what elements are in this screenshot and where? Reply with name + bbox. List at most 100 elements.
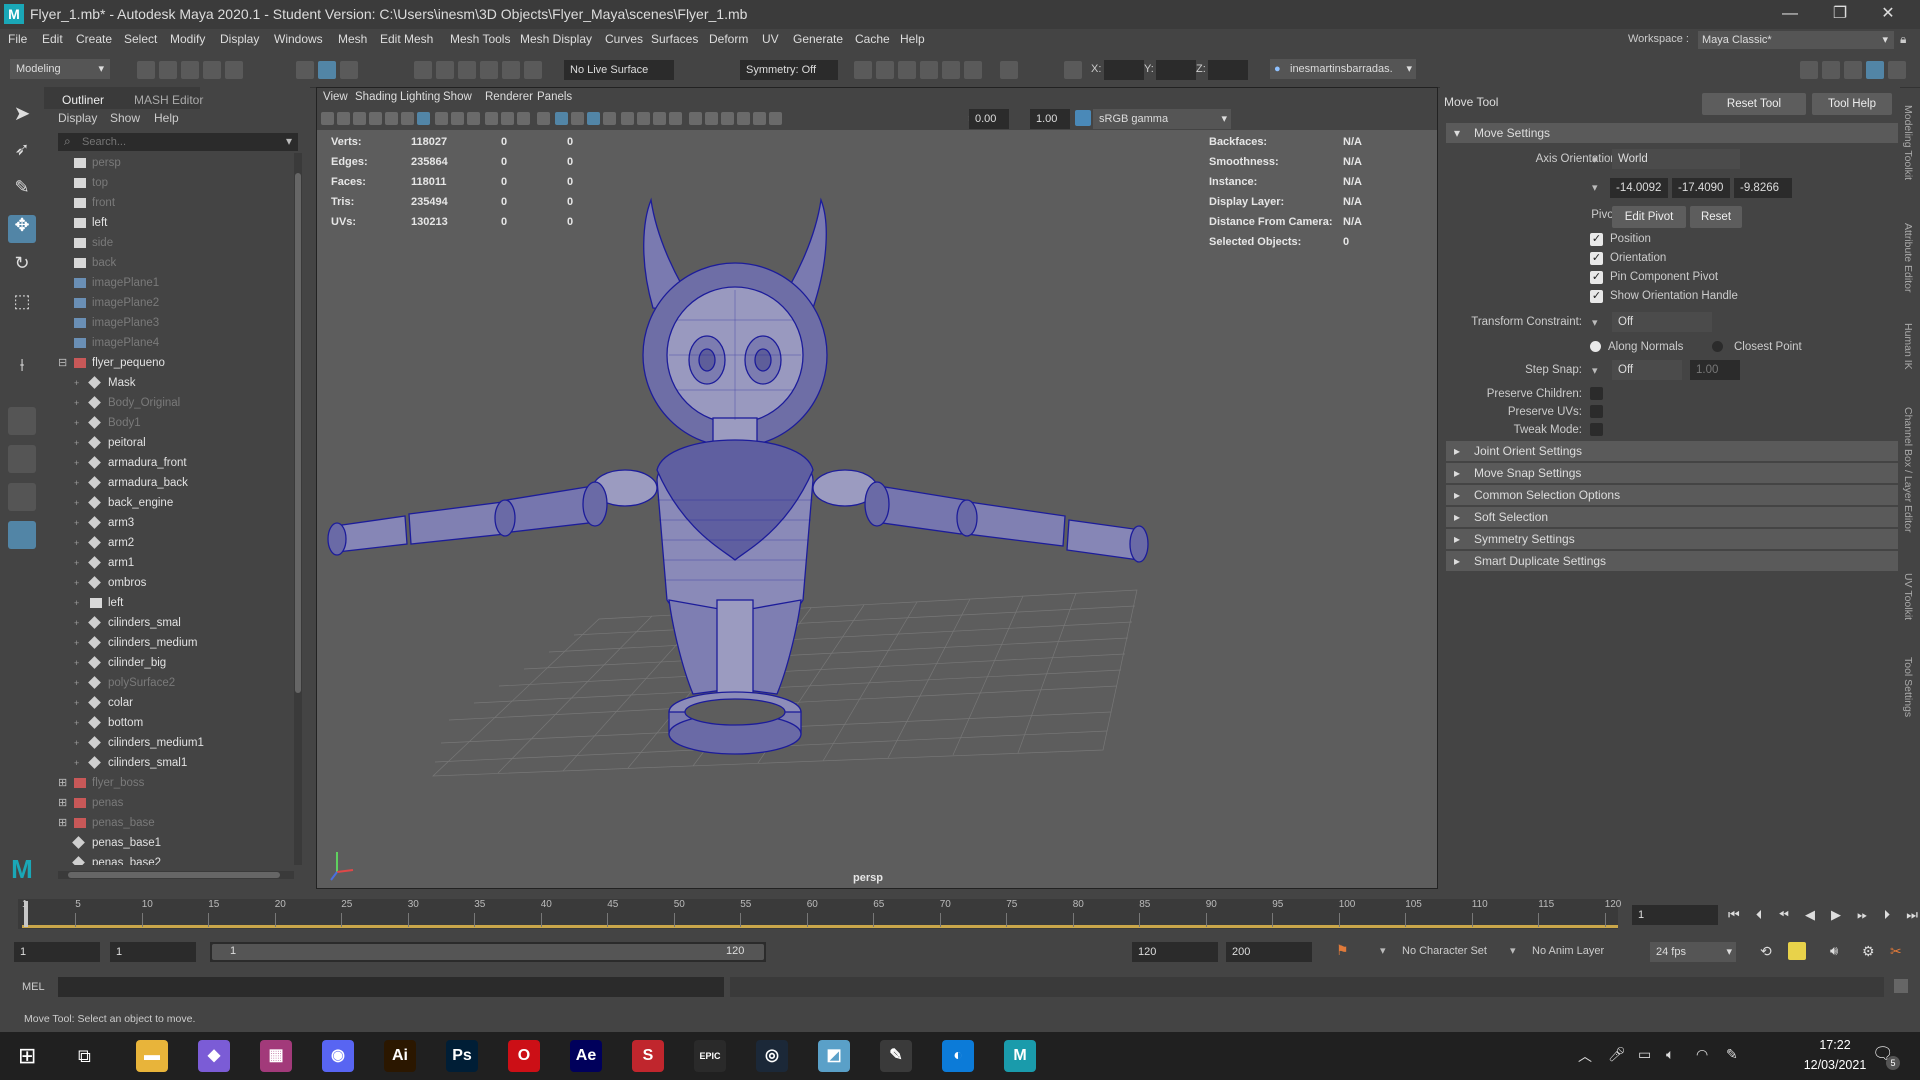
- color-management-icon[interactable]: [1075, 110, 1091, 126]
- outliner-item[interactable]: + arm3: [58, 513, 306, 533]
- photoshop-icon[interactable]: Ps: [446, 1040, 478, 1072]
- outliner-item[interactable]: imagePlane2: [58, 293, 306, 313]
- outliner-menu-display[interactable]: Display: [58, 111, 97, 125]
- gate-mask-icon[interactable]: [467, 112, 480, 125]
- menu-select[interactable]: Select: [124, 32, 157, 46]
- visual-studio-icon[interactable]: ◆: [198, 1040, 230, 1072]
- character-controls-icon[interactable]: [1822, 61, 1840, 79]
- outliner-item[interactable]: ⊞ penas: [58, 793, 306, 813]
- rotate-tool-icon[interactable]: ↻: [8, 253, 36, 281]
- save-scene-icon[interactable]: [181, 61, 199, 79]
- outliner-item[interactable]: ⊞ penas_base: [58, 813, 306, 833]
- snap-vertex-icon[interactable]: [524, 61, 542, 79]
- tool-help-button[interactable]: Tool Help: [1812, 93, 1892, 115]
- channel-box-toggle-icon[interactable]: [1888, 61, 1906, 79]
- maximize-button[interactable]: ❐: [1818, 2, 1862, 26]
- chevron-up-icon[interactable]: ︿: [1578, 1046, 1592, 1066]
- viewport-menu-shading[interactable]: Shading: [355, 91, 397, 103]
- outliner-item[interactable]: + polySurface2: [58, 673, 306, 693]
- end-time-field[interactable]: 120: [1132, 942, 1218, 962]
- render-setup-icon[interactable]: [964, 61, 982, 79]
- outliner-item[interactable]: imagePlane3: [58, 313, 306, 333]
- side-tab-uv-toolkit[interactable]: UV Toolkit: [1902, 573, 1914, 620]
- safe-action-icon[interactable]: [501, 112, 514, 125]
- x-input[interactable]: [1104, 60, 1144, 80]
- viewport-menu-show[interactable]: Show: [443, 91, 472, 103]
- outliner-horizontal-scrollbar[interactable]: [58, 871, 294, 879]
- expand-toggle-icon[interactable]: ⊟: [58, 353, 67, 373]
- render-settings-icon[interactable]: [920, 61, 938, 79]
- outliner-item[interactable]: imagePlane4: [58, 333, 306, 353]
- wireframe-on-shaded-icon[interactable]: [587, 112, 600, 125]
- substance-icon[interactable]: S: [632, 1040, 664, 1072]
- transform-constraint-dropdown[interactable]: Off: [1612, 312, 1712, 332]
- modeling-toolkit-toggle-icon[interactable]: [1800, 61, 1818, 79]
- menu-deform[interactable]: Deform: [709, 32, 748, 46]
- reset-tool-button[interactable]: Reset Tool: [1702, 93, 1806, 115]
- maya-icon[interactable]: M: [1004, 1040, 1036, 1072]
- outliner-item[interactable]: + arm2: [58, 533, 306, 553]
- windows-start-icon[interactable]: ⊞: [18, 1044, 42, 1068]
- outliner-item[interactable]: + armadura_back: [58, 473, 306, 493]
- new-scene-icon[interactable]: [137, 61, 155, 79]
- select-component-icon[interactable]: [340, 61, 358, 79]
- snap-curve-icon[interactable]: [436, 61, 454, 79]
- menu-help[interactable]: Help: [900, 32, 925, 46]
- outliner-item[interactable]: + armadura_front: [58, 453, 306, 473]
- checkbox-show-orientation-handle[interactable]: ✓: [1590, 290, 1603, 303]
- snap-point-icon[interactable]: [458, 61, 476, 79]
- field-chart-icon[interactable]: [485, 112, 498, 125]
- prev-key-icon[interactable]: ⏪︎: [1778, 907, 1788, 923]
- open-scene-icon[interactable]: [159, 61, 177, 79]
- outliner-hscroll-thumb[interactable]: [68, 872, 280, 878]
- workspace-dropdown[interactable]: Maya Classic* ▾: [1698, 31, 1894, 49]
- volume-icon[interactable]: 🔈︎: [1666, 1046, 1674, 1063]
- tab-mash-editor[interactable]: MASH Editor: [134, 93, 203, 107]
- step-back-icon[interactable]: ⏴︎: [1756, 907, 1763, 923]
- menu-mesh-tools[interactable]: Mesh Tools: [450, 32, 510, 46]
- section-common-selection-options[interactable]: ▸ Common Selection Options: [1446, 485, 1898, 505]
- side-tab-attribute-editor[interactable]: Attribute Editor: [1902, 223, 1914, 292]
- network-icon[interactable]: ◠: [1696, 1046, 1708, 1063]
- user-account-dropdown[interactable]: ● inesmartinsbarradas. ▾: [1270, 59, 1416, 79]
- pen-icon[interactable]: ✎: [1726, 1046, 1738, 1063]
- next-key-icon[interactable]: ⏩︎: [1857, 907, 1867, 923]
- axis-orientation-dropdown[interactable]: World: [1612, 149, 1740, 169]
- outliner-item[interactable]: + colar: [58, 693, 306, 713]
- side-tab-modeling-toolkit[interactable]: Modeling Toolkit: [1902, 105, 1914, 180]
- mode-dropdown[interactable]: Modeling ▾: [10, 59, 110, 79]
- coord-y-field[interactable]: -17.4090: [1672, 178, 1730, 198]
- outliner-layout-icon[interactable]: [8, 521, 36, 549]
- grid-icon[interactable]: [417, 112, 430, 125]
- tab-outliner[interactable]: Outliner: [62, 93, 104, 107]
- outliner-scroll-thumb[interactable]: [295, 173, 301, 693]
- steam-icon[interactable]: ◎: [756, 1040, 788, 1072]
- move-settings-header[interactable]: ▾ Move Settings: [1446, 123, 1898, 143]
- step-forward-icon[interactable]: ⏵︎: [1884, 907, 1891, 923]
- mel-input[interactable]: [58, 977, 724, 997]
- menu-curves[interactable]: Curves: [605, 32, 643, 46]
- cached-playback-icon[interactable]: [1788, 942, 1806, 960]
- outliner-item[interactable]: + arm1: [58, 553, 306, 573]
- current-frame-field[interactable]: 1: [1632, 905, 1718, 925]
- opera-icon[interactable]: O: [508, 1040, 540, 1072]
- bookmark-icon[interactable]: [353, 112, 366, 125]
- outliner-item[interactable]: + Body_Original: [58, 393, 306, 413]
- xray-joints-icon[interactable]: [737, 112, 750, 125]
- menu-cache[interactable]: Cache: [855, 32, 890, 46]
- ipr-render-icon[interactable]: [898, 61, 916, 79]
- after-effects-icon[interactable]: Ae: [570, 1040, 602, 1072]
- snap-view-icon[interactable]: [480, 61, 498, 79]
- loop-icon[interactable]: ⟲: [1760, 943, 1772, 960]
- outliner-item[interactable]: + cilinders_smal1: [58, 753, 306, 773]
- menu-edit-mesh[interactable]: Edit Mesh: [380, 32, 433, 46]
- outliner-item[interactable]: back: [58, 253, 306, 273]
- use-lights-icon[interactable]: [621, 112, 634, 125]
- select-object-icon[interactable]: [318, 61, 336, 79]
- outliner-item[interactable]: persp: [58, 153, 306, 173]
- select-tool-icon[interactable]: ➤: [8, 101, 36, 129]
- time-slider[interactable]: 1 5 10 15 20 25 30 35 40 45 50 55 60 65 70 75 80 85 90 95 1…: [0, 897, 1920, 933]
- y-input[interactable]: [1156, 60, 1196, 80]
- auto-key-icon[interactable]: ⚑: [1336, 942, 1352, 960]
- maya-home-logo-icon[interactable]: M: [8, 855, 36, 883]
